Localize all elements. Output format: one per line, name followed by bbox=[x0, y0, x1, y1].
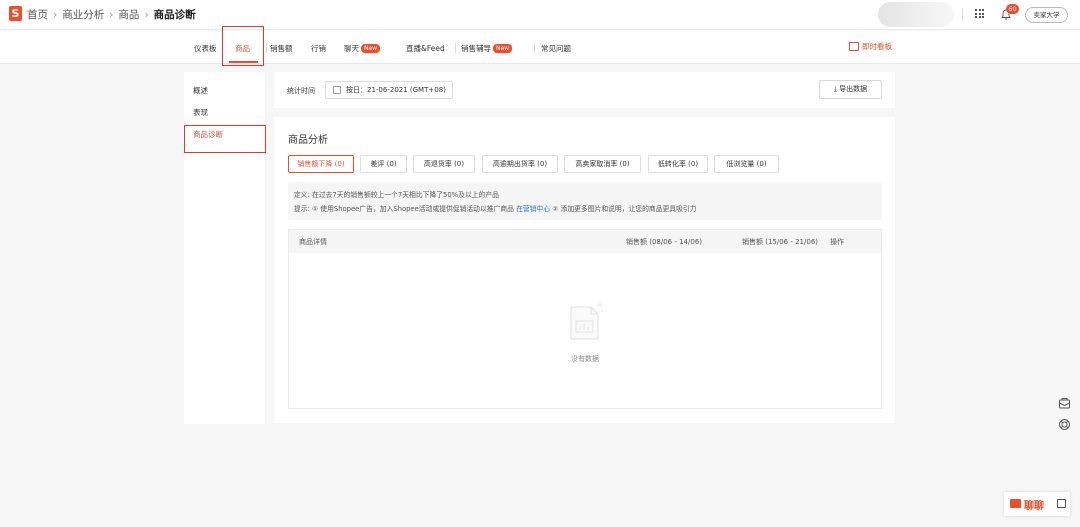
tab-chat-label: 聊天 bbox=[344, 44, 359, 53]
chip-high-cancel-rate[interactable]: 高卖家取消率 (0) bbox=[564, 155, 641, 173]
tip-suffix: ② 添加更多图片和说明，让您的商品更具吸引力 bbox=[552, 205, 697, 213]
product-analysis-panel: 商品分析 销售额下降 (0) 差评 (0) 高退货率 (0) 高逾期出货率 (0… bbox=[274, 117, 895, 423]
new-badge: New bbox=[361, 44, 381, 53]
chip-high-return-rate[interactable]: 高退货率 (0) bbox=[413, 155, 475, 173]
chip-sales-decline[interactable]: 销售额下降 (0) bbox=[288, 155, 354, 173]
breadcrumb-products[interactable]: 商品 bbox=[118, 9, 139, 21]
tab-dashboard[interactable]: 仪表板 bbox=[194, 43, 217, 54]
product-table: 商品详情 销售额 (08/06 - 14/06) 销售额 (15/06 - 21… bbox=[288, 229, 882, 409]
seller-university-button[interactable]: 卖家大学 bbox=[1025, 7, 1068, 23]
chip-bad-reviews[interactable]: 差评 (0) bbox=[360, 155, 407, 173]
tip-text: 提示: ① 使用Shopee广告，加入Shopee活动或提供促销活动以推广商品 … bbox=[294, 203, 696, 213]
nav-bar bbox=[0, 31, 1080, 64]
top-bar: S 首页 › 商业分析 › 商品 › 商品诊断 60 卖家大学 bbox=[0, 0, 1080, 30]
breadcrumb-business-analysis[interactable]: 商业分析 bbox=[62, 9, 104, 21]
divider bbox=[266, 43, 267, 53]
date-picker[interactable]: 按日：21-06-2021 (GMT+08) bbox=[325, 81, 453, 99]
chevron-right-icon: › bbox=[144, 9, 149, 21]
time-filter-panel: 统计时间 按日：21-06-2021 (GMT+08) ⤓ 导出数据 bbox=[274, 72, 895, 108]
divider bbox=[534, 43, 535, 53]
shop-account-avatar[interactable] bbox=[878, 2, 954, 27]
menu-item-overview[interactable]: 概述 bbox=[193, 85, 208, 96]
customer-service-icon[interactable] bbox=[1058, 418, 1071, 431]
table-header: 商品详情 销售额 (08/06 - 14/06) 销售额 (15/06 - 21… bbox=[289, 230, 881, 253]
tab-chat[interactable]: 聊天 New bbox=[344, 43, 381, 54]
tab-live-feed[interactable]: 直播&Feed bbox=[406, 43, 445, 54]
apps-grid-icon[interactable] bbox=[975, 9, 984, 18]
tab-sales-coaching[interactable]: 销售辅导 New bbox=[461, 43, 513, 54]
col-action: 操作 bbox=[830, 238, 844, 246]
chevron-right-icon: › bbox=[109, 9, 114, 21]
info-box: 定义: 在过去7天的销售额较上一个7天相比下降了50%及以上的产品 提示: ① … bbox=[288, 182, 882, 220]
chip-low-conversion[interactable]: 低转化率 (0) bbox=[648, 155, 708, 173]
chip-high-late-shipment[interactable]: 高逾期出货率 (0) bbox=[482, 155, 558, 173]
date-value: 按日：21-06-2021 (GMT+08) bbox=[346, 86, 446, 94]
chat-label: 聊聊 bbox=[1024, 501, 1044, 512]
divider bbox=[962, 8, 963, 22]
breadcrumb-home[interactable]: 首页 bbox=[27, 9, 48, 21]
chart-icon bbox=[849, 42, 859, 51]
tip-prefix: 提示: ① 使用Shopee广告，加入Shopee活动或提供促销活动以推广商品 bbox=[294, 205, 514, 213]
export-label: 导出数据 bbox=[839, 85, 868, 93]
marketing-center-link[interactable]: 在营销中心 bbox=[516, 205, 550, 213]
new-badge: New bbox=[493, 44, 513, 53]
realtime-dashboard-link[interactable]: 即时看板 bbox=[849, 41, 892, 52]
chat-button[interactable]: 聊聊 bbox=[1004, 492, 1070, 516]
col-sales-current[interactable]: 销售额 (15/06 - 21/06) bbox=[742, 237, 818, 247]
panel-title: 商品分析 bbox=[288, 135, 328, 146]
col-sales-previous[interactable]: 销售额 (08/06 - 14/06) bbox=[626, 237, 702, 247]
tab-faq[interactable]: 常见问题 bbox=[541, 43, 571, 54]
definition-text: 定义: 在过去7天的销售额较上一个7天相比下降了50%及以上的产品 bbox=[294, 191, 499, 199]
chevron-right-icon: › bbox=[53, 9, 58, 21]
tab-sales-coaching-label: 销售辅导 bbox=[461, 44, 491, 53]
realtime-label: 即时看板 bbox=[862, 42, 892, 51]
empty-data-icon bbox=[570, 303, 603, 340]
feedback-icon[interactable] bbox=[1058, 397, 1071, 410]
time-label: 统计时间 bbox=[287, 87, 315, 95]
col-product-detail: 商品详情 bbox=[299, 238, 327, 246]
shopee-logo-icon[interactable]: S bbox=[9, 6, 22, 21]
menu-item-performance[interactable]: 表现 bbox=[193, 107, 208, 118]
export-data-button[interactable]: ⤓ 导出数据 bbox=[819, 80, 882, 99]
chat-bubble-icon bbox=[1010, 499, 1021, 508]
divider bbox=[455, 43, 456, 53]
notification-badge: 60 bbox=[1006, 4, 1019, 14]
highlight-box-products-tab bbox=[222, 26, 264, 66]
collapse-icon[interactable] bbox=[1057, 499, 1066, 508]
breadcrumb: 首页 › 商业分析 › 商品 › 商品诊断 bbox=[27, 7, 196, 22]
tab-marketing[interactable]: 行销 bbox=[311, 43, 326, 54]
breadcrumb-current: 商品诊断 bbox=[153, 9, 196, 21]
calendar-icon bbox=[333, 86, 341, 94]
chip-low-views[interactable]: 低浏览量 (0) bbox=[714, 155, 779, 173]
empty-state-text: 没有数据 bbox=[571, 355, 599, 363]
highlight-box-diagnosis-menu bbox=[184, 125, 266, 153]
tab-sales[interactable]: 销售额 bbox=[270, 43, 293, 54]
